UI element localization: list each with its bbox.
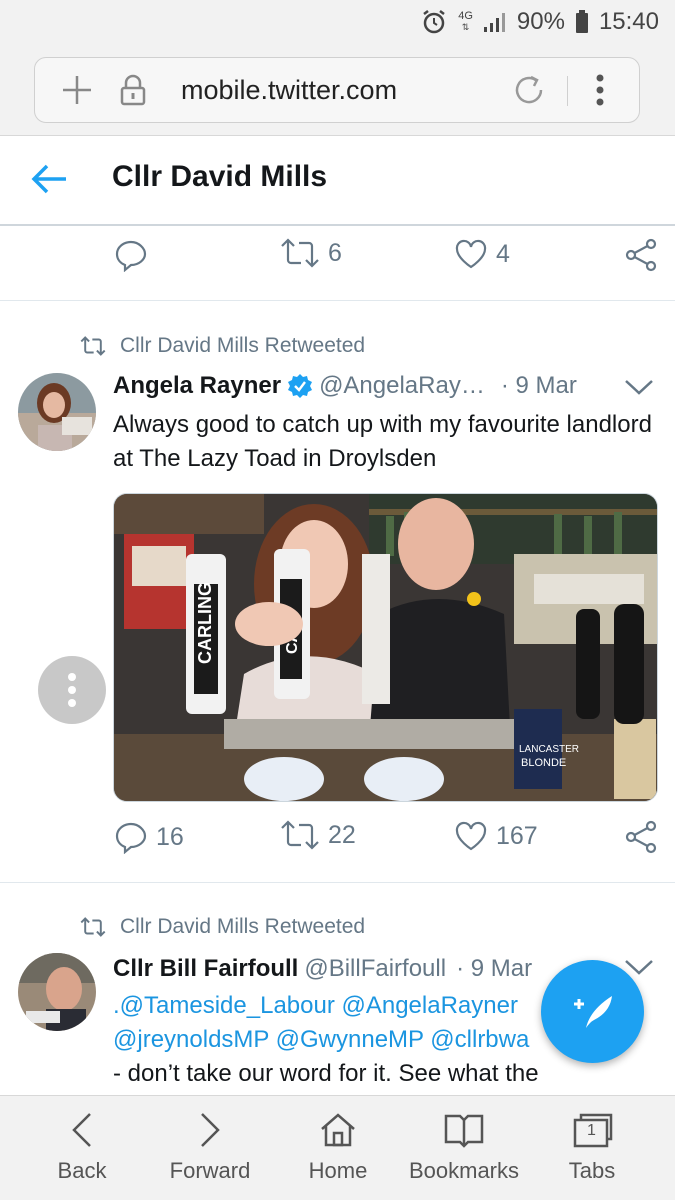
reload-icon[interactable] bbox=[511, 72, 547, 113]
bookmarks-label: Bookmarks bbox=[408, 1158, 520, 1183]
reply-icon bbox=[115, 240, 147, 272]
retweet-count: 6 bbox=[328, 238, 342, 267]
retweet-small-icon bbox=[80, 917, 106, 937]
tweet-text: Always good to catch up with my favourit… bbox=[113, 411, 652, 472]
reply-button[interactable] bbox=[114, 238, 156, 272]
tweet-date[interactable]: · 9 Mar bbox=[456, 955, 532, 983]
chevron-left-icon bbox=[70, 1110, 94, 1150]
retweet-icon bbox=[281, 238, 319, 268]
share-button[interactable] bbox=[624, 238, 658, 272]
avatar[interactable] bbox=[18, 373, 96, 451]
home-icon bbox=[319, 1110, 357, 1150]
reply-button[interactable]: 16 bbox=[114, 820, 184, 854]
reply-count: 16 bbox=[156, 822, 184, 851]
network-type-indicator: 4G ⇅ bbox=[458, 10, 473, 33]
share-icon bbox=[625, 238, 657, 272]
lock-icon[interactable] bbox=[117, 73, 149, 112]
like-button[interactable]: 4 bbox=[454, 238, 510, 270]
chevron-right-icon bbox=[198, 1110, 222, 1150]
tweet-text-line: - don’t take our word for it. See what t… bbox=[113, 1060, 539, 1087]
tab-count: 1 bbox=[587, 1122, 596, 1139]
mention-link[interactable]: .@Tameside_Labour @AngelaRayner bbox=[113, 992, 518, 1019]
author-handle[interactable]: @BillFairfoull bbox=[304, 955, 446, 983]
like-button[interactable]: 167 bbox=[454, 820, 538, 852]
share-button[interactable] bbox=[624, 820, 658, 854]
battery-percent: 90% bbox=[516, 8, 565, 35]
battery-icon bbox=[575, 10, 589, 34]
svg-text:CARLING: CARLING bbox=[195, 582, 215, 664]
retweet-context: Cllr David Mills Retweeted bbox=[80, 915, 365, 939]
compose-tweet-button[interactable] bbox=[541, 960, 644, 1063]
retweet-button[interactable]: 22 bbox=[280, 820, 356, 850]
author-name[interactable]: Angela Rayner bbox=[113, 372, 281, 400]
heart-icon bbox=[455, 239, 487, 269]
retweet-context-label: Cllr David Mills Retweeted bbox=[120, 334, 366, 357]
status-bar: 4G ⇅ 90% 15:40 bbox=[0, 0, 675, 44]
tabs-label: Tabs bbox=[568, 1158, 616, 1183]
author-name[interactable]: Cllr Bill Fairfoull bbox=[113, 955, 298, 983]
forward-label: Forward bbox=[169, 1158, 251, 1183]
alarm-icon bbox=[420, 8, 448, 36]
profile-header: Cllr David Mills bbox=[0, 136, 675, 226]
prev-tweet-actions: 6 4 bbox=[0, 238, 675, 298]
url-field[interactable]: mobile.twitter.com bbox=[34, 57, 640, 123]
book-icon bbox=[443, 1110, 485, 1150]
back-label: Back bbox=[57, 1158, 107, 1183]
browser-bottom-nav: Back Forward Home Bookmarks 1 Tabs bbox=[0, 1095, 675, 1200]
back-button[interactable]: Back bbox=[22, 1110, 142, 1184]
tweet-photo[interactable]: CARLING CAR LANCASTER BLONDE bbox=[113, 493, 658, 802]
svg-text:BLONDE: BLONDE bbox=[521, 757, 566, 769]
heart-icon bbox=[455, 821, 487, 851]
tweet-divider bbox=[0, 300, 675, 301]
author-handle[interactable]: @AngelaRay… bbox=[319, 372, 485, 400]
retweet-count: 22 bbox=[328, 820, 356, 849]
more-vertical-icon[interactable] bbox=[595, 72, 605, 113]
signal-icon bbox=[483, 11, 507, 33]
tweet-date[interactable]: · 9 Mar bbox=[501, 372, 577, 400]
like-count: 4 bbox=[496, 239, 510, 268]
page-title: Cllr David Mills bbox=[112, 160, 328, 193]
tabs-button[interactable]: 1 Tabs bbox=[532, 1110, 652, 1184]
bookmarks-button[interactable]: Bookmarks bbox=[404, 1110, 524, 1184]
retweet-small-icon bbox=[80, 336, 106, 356]
floating-more-button[interactable] bbox=[38, 656, 106, 724]
retweet-context: Cllr David Mills Retweeted bbox=[80, 334, 365, 358]
browser-toolbar: mobile.twitter.com bbox=[0, 44, 675, 136]
back-arrow-icon[interactable] bbox=[30, 162, 68, 201]
compose-feather-icon bbox=[573, 995, 612, 1028]
chevron-down-icon[interactable] bbox=[624, 378, 654, 401]
reply-icon bbox=[115, 822, 147, 854]
svg-text:LANCASTER: LANCASTER bbox=[519, 744, 579, 755]
tweet-divider bbox=[0, 882, 675, 883]
share-icon bbox=[625, 820, 657, 854]
forward-button[interactable]: Forward bbox=[150, 1110, 270, 1184]
verified-badge-icon bbox=[288, 374, 313, 398]
retweet-context-label: Cllr David Mills Retweeted bbox=[120, 915, 366, 938]
tweet-header: Angela Rayner @AngelaRay… · 9 Mar bbox=[113, 372, 577, 400]
tabs-icon: 1 bbox=[571, 1110, 613, 1150]
mention-link[interactable]: @jreynoldsMP @GwynneMP @cllrbwa bbox=[113, 1026, 529, 1053]
url-text[interactable]: mobile.twitter.com bbox=[181, 75, 397, 106]
home-button[interactable]: Home bbox=[278, 1110, 398, 1184]
new-tab-plus-icon[interactable] bbox=[59, 72, 95, 113]
clock: 15:40 bbox=[598, 8, 659, 35]
home-label: Home bbox=[308, 1158, 368, 1183]
retweet-button[interactable]: 6 bbox=[280, 238, 342, 268]
tweet-actions: 16 22 167 bbox=[0, 820, 675, 880]
url-separator bbox=[567, 76, 568, 106]
retweet-icon bbox=[281, 820, 319, 850]
avatar[interactable] bbox=[18, 953, 96, 1031]
like-count: 167 bbox=[496, 821, 538, 850]
tweet-header: Cllr Bill Fairfoull @BillFairfoull · 9 M… bbox=[113, 955, 532, 983]
